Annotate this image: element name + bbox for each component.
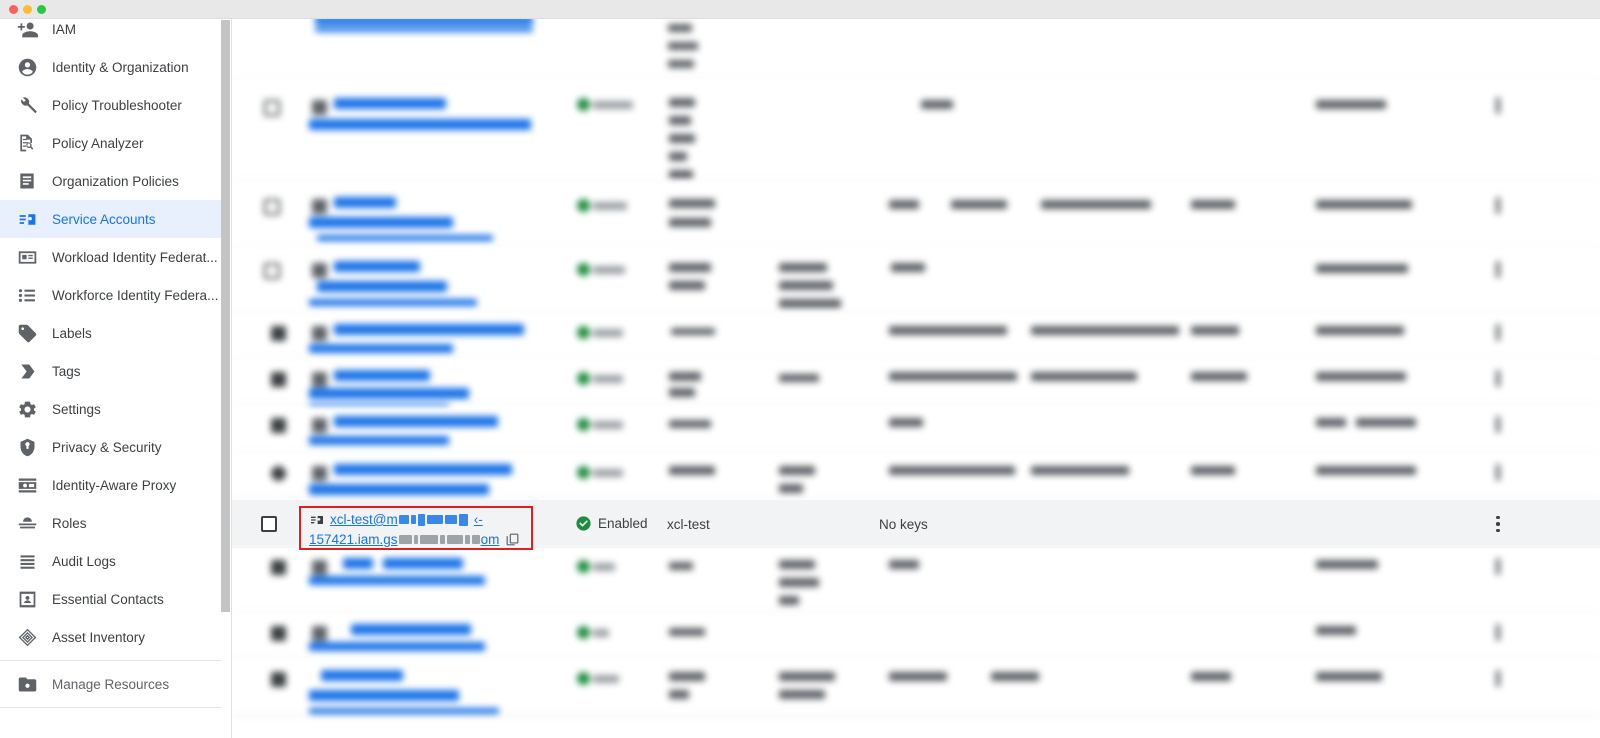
sidebar-item-policy-troubleshooter[interactable]: Policy Troubleshooter (0, 86, 231, 124)
sidebar-scrollbar-thumb[interactable] (221, 20, 230, 612)
zoom-window-button[interactable] (37, 5, 46, 14)
sidebar-item-label: Roles (52, 515, 87, 531)
sidebar-item-label: Settings (52, 401, 101, 417)
sidebar-item-label: Policy Troubleshooter (52, 97, 182, 113)
copy-icon[interactable] (505, 532, 520, 547)
sidebar-item-identity-aware-proxy[interactable]: Identity-Aware Proxy (0, 466, 231, 504)
table-row-selected[interactable]: xcl-test@m ‹- 157421.iam.gs om Enabled x… (231, 500, 1600, 550)
audit-lines-icon (16, 550, 38, 572)
service-accounts-table: xcl-test@m ‹- 157421.iam.gs om Enabled x… (231, 18, 1600, 738)
service-account-email-line2-suffix[interactable]: om (481, 530, 500, 549)
sidebar-item-label: Workforce Identity Federa... (52, 287, 219, 303)
sidebar-item-label: Privacy & Security (52, 439, 162, 455)
sidebar-item-label: Identity & Organization (52, 59, 189, 75)
table-row[interactable] (231, 454, 1600, 500)
account-circle-icon (16, 56, 38, 78)
sidebar-item-label: Service Accounts (52, 211, 156, 227)
sidebar-item-identity-organization[interactable]: Identity & Organization (0, 48, 231, 86)
sidebar-item-labels[interactable]: Labels (0, 314, 231, 352)
sidebar-item-label: Identity-Aware Proxy (52, 477, 177, 493)
list-document-icon (16, 170, 38, 192)
sidebar-item-organization-policies[interactable]: Organization Policies (0, 162, 231, 200)
service-account-email-prefix[interactable]: xcl-test@m (330, 510, 398, 529)
sidebar-item-label: Audit Logs (52, 553, 116, 569)
table-row[interactable] (231, 18, 1600, 80)
table-row[interactable] (231, 80, 1600, 182)
sidebar-item-label: Labels (52, 325, 92, 341)
asset-diamond-icon (16, 626, 38, 648)
table-row[interactable] (231, 614, 1600, 660)
more-vert-icon[interactable] (1488, 514, 1508, 534)
sidebar-item-label: IAM (52, 21, 77, 37)
service-account-name: xcl-test (667, 517, 710, 532)
sidebar-item-label: Essential Contacts (52, 591, 164, 607)
service-account-email-cell[interactable]: xcl-test@m ‹- 157421.iam.gs om (309, 510, 529, 549)
sidebar-item-workforce-identity-federa[interactable]: Workforce Identity Federa... (0, 276, 231, 314)
sidebar-item-label: Asset Inventory (52, 629, 146, 645)
shield-icon (16, 436, 38, 458)
table-row[interactable] (231, 248, 1600, 314)
sidebar-item-tags[interactable]: Tags (0, 352, 231, 390)
table-row[interactable] (231, 548, 1600, 614)
contact-card-icon (16, 588, 38, 610)
sidebar-item-roles[interactable]: Roles (0, 504, 231, 542)
person-add-icon (16, 18, 38, 40)
sidebar-item-label: Policy Analyzer (52, 135, 144, 151)
vpn-key-badge-icon (309, 512, 325, 528)
table-row[interactable] (231, 314, 1600, 360)
sidebar-navigation: IAM Identity & Organization Policy Trouble… (0, 18, 232, 738)
table-row[interactable] (231, 406, 1600, 454)
sidebar-divider (0, 707, 231, 708)
close-window-button[interactable] (9, 5, 18, 14)
sidebar-divider (0, 660, 231, 661)
service-account-email-line2-prefix[interactable]: 157421.iam.gs (309, 530, 398, 549)
sidebar-item-label: Workload Identity Federat... (52, 249, 218, 265)
status-badge: Enabled (575, 515, 648, 532)
row-checkbox[interactable] (261, 516, 277, 532)
roles-hat-icon (16, 512, 38, 534)
sidebar-item-label: Organization Policies (52, 173, 179, 189)
wrench-icon (16, 94, 38, 116)
row-actions-menu-button[interactable] (1488, 514, 1508, 534)
sidebar-item-workload-identity-federat[interactable]: Workload Identity Federat... (0, 238, 231, 276)
minimize-window-button[interactable] (23, 5, 32, 14)
vpn-key-badge-icon (16, 208, 38, 230)
sidebar-item-audit-logs[interactable]: Audit Logs (0, 542, 231, 580)
sidebar-item-iam[interactable]: IAM (0, 18, 231, 48)
check-circle-icon (575, 515, 592, 532)
gear-icon (16, 398, 38, 420)
window-titlebar (0, 0, 1600, 19)
document-search-icon (16, 132, 38, 154)
tag-arrow-icon (16, 360, 38, 382)
sidebar-item-label: Manage Resources (52, 676, 170, 692)
sidebar-item-essential-contacts[interactable]: Essential Contacts (0, 580, 231, 618)
sidebar-item-list: IAM Identity & Organization Policy Trouble… (0, 18, 231, 712)
table-row[interactable] (231, 360, 1600, 410)
label-tag-icon (16, 322, 38, 344)
sidebar-item-label: Tags (52, 363, 81, 379)
table-row[interactable] (231, 660, 1600, 716)
sidebar-item-privacy-security[interactable]: Privacy & Security (0, 428, 231, 466)
service-account-email-suffix-visible[interactable]: ‹- (474, 510, 483, 529)
browser-window: IAM Identity & Organization Policy Trouble… (0, 0, 1600, 738)
folder-settings-icon (16, 673, 38, 695)
iap-icon (16, 474, 38, 496)
key-id-cell: No keys (879, 517, 928, 532)
sidebar-item-policy-analyzer[interactable]: Policy Analyzer (0, 124, 231, 162)
sidebar-item-settings[interactable]: Settings (0, 390, 231, 428)
status-label: Enabled (598, 516, 648, 531)
badge-card-icon (16, 246, 38, 268)
sidebar-item-manage-resources[interactable]: Manage Resources (0, 665, 231, 703)
table-row[interactable] (231, 182, 1600, 248)
sidebar-item-service-accounts[interactable]: Service Accounts (0, 200, 231, 238)
bullet-list-icon (16, 284, 38, 306)
sidebar-item-asset-inventory[interactable]: Asset Inventory (0, 618, 231, 656)
